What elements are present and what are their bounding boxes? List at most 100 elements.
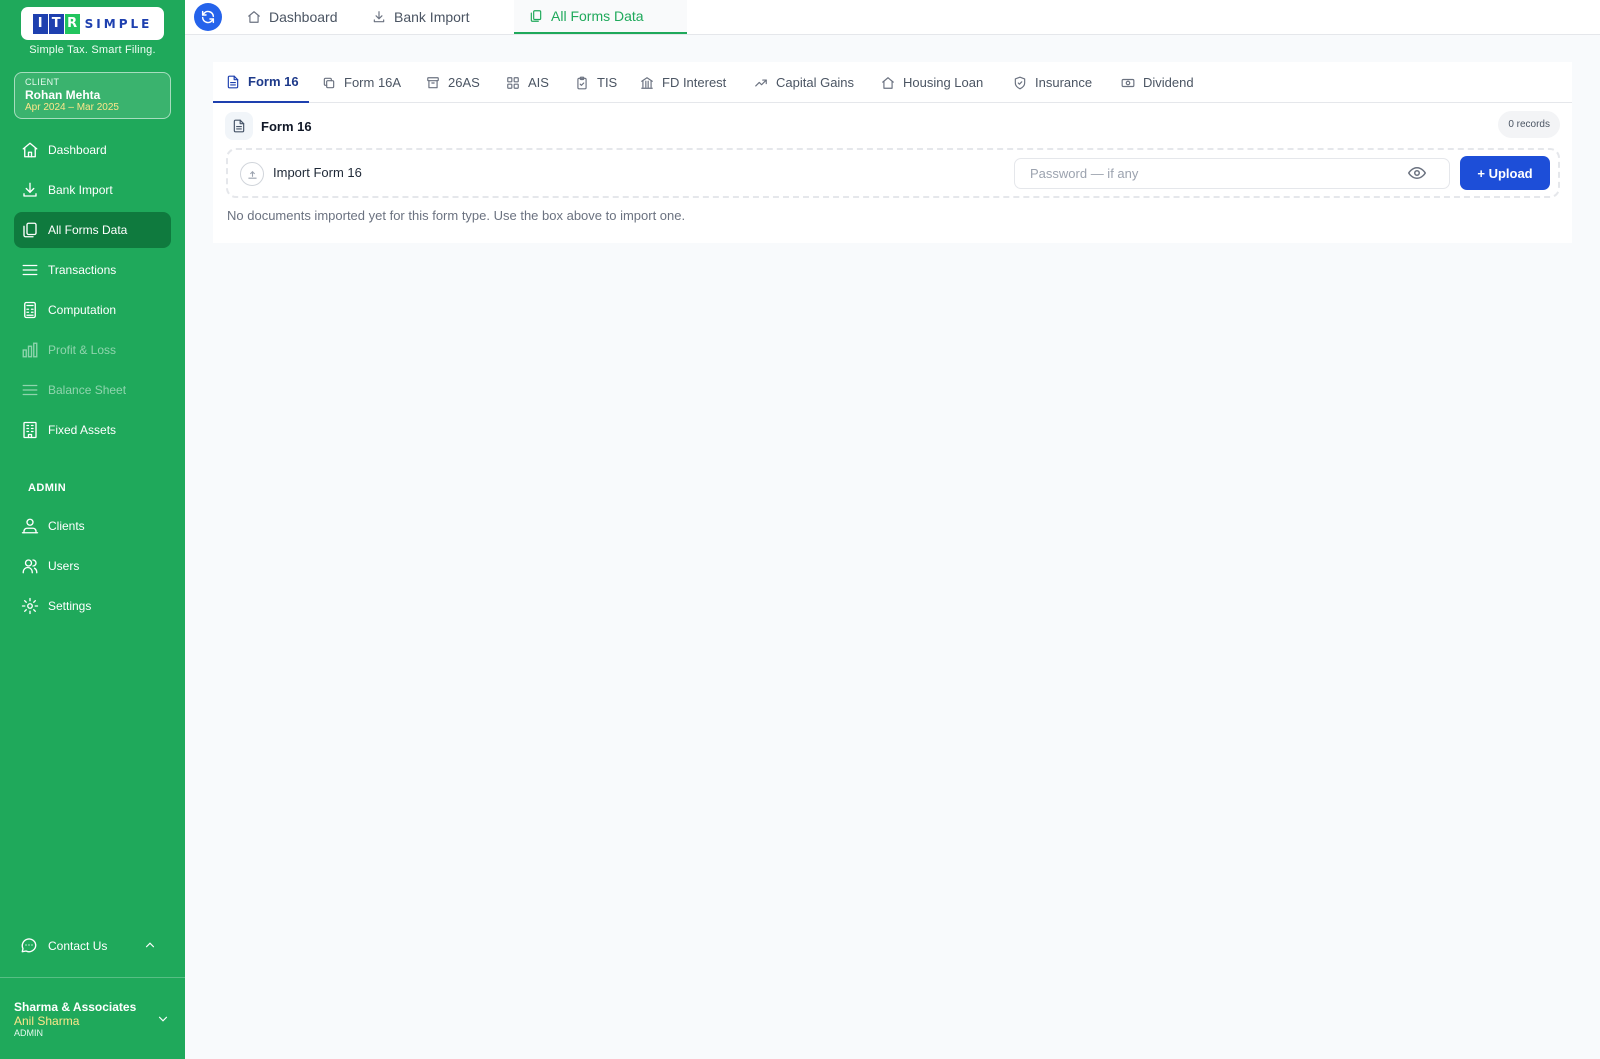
sidebar-item-computation[interactable]: Computation <box>14 292 171 328</box>
refresh-button[interactable] <box>194 3 222 31</box>
sidebar-item-transactions[interactable]: Transactions <box>14 252 171 288</box>
list-icon <box>20 260 40 280</box>
calculator-icon <box>20 300 40 320</box>
tab-fd-interest[interactable]: FD Interest <box>640 62 726 103</box>
admin-section-label: ADMIN <box>28 482 67 494</box>
tab-label: AIS <box>528 75 549 90</box>
sidebar-item-label: Balance Sheet <box>48 383 127 397</box>
client-card[interactable]: CLIENT Rohan Mehta Apr 2024 – Mar 2025 <box>14 72 171 119</box>
empty-state-message: No documents imported yet for this form … <box>227 208 686 223</box>
tab-label: Housing Loan <box>903 75 984 90</box>
sidebar-item-label: Computation <box>48 303 117 317</box>
sidebar: I T R SIMPLE Simple Tax. Smart Filing. C… <box>0 0 185 1059</box>
copy-icon <box>529 9 543 23</box>
home-icon <box>881 76 895 90</box>
tab-tis[interactable]: TIS <box>575 62 617 103</box>
refresh-icon <box>201 10 215 24</box>
top-tab-label: Bank Import <box>394 9 470 25</box>
client-period: Apr 2024 – Mar 2025 <box>25 102 119 113</box>
building-icon <box>20 420 40 440</box>
sidebar-item-dashboard[interactable]: Dashboard <box>14 132 171 168</box>
chevron-up-icon <box>143 938 157 952</box>
top-tab-label: All Forms Data <box>551 8 644 24</box>
tab-label: Capital Gains <box>776 75 855 90</box>
records-count-badge: 0 records <box>1498 111 1560 138</box>
tab-label: Form 16A <box>344 75 402 90</box>
sidebar-item-label: Bank Import <box>48 183 113 197</box>
tab-label: FD Interest <box>662 75 727 90</box>
tab-insurance[interactable]: Insurance <box>1013 62 1092 103</box>
sidebar-item-balance-sheet[interactable]: Balance Sheet <box>14 372 171 408</box>
top-tab-dashboard[interactable]: Dashboard <box>247 0 346 34</box>
sidebar-item-label: Fixed Assets <box>48 423 117 437</box>
bar-chart-icon <box>20 340 40 360</box>
form-type-tabs: Form 16 Form 16A 26AS AIS TIS FD Interes… <box>213 62 1572 103</box>
forms-panel: Form 16 Form 16A 26AS AIS TIS FD Interes… <box>213 62 1572 243</box>
upload-icon <box>240 162 264 186</box>
trending-up-icon <box>754 76 768 90</box>
sidebar-item-label: Users <box>48 559 80 573</box>
sidebar-item-fixed-assets[interactable]: Fixed Assets <box>14 412 171 448</box>
tab-label: Insurance <box>1035 75 1093 90</box>
tab-form-16a[interactable]: Form 16A <box>322 62 401 103</box>
eye-icon[interactable] <box>1408 164 1426 182</box>
money-icon <box>1121 76 1135 90</box>
logo-letter-i: I <box>32 13 48 34</box>
download-icon <box>20 180 40 200</box>
import-drop-zone[interactable]: Import Form 16 + Upload <box>226 148 1560 198</box>
bank-icon <box>640 76 654 90</box>
org-name: Sharma & Associates <box>14 1000 137 1014</box>
app-logo[interactable]: I T R SIMPLE <box>21 7 164 40</box>
sidebar-item-label: Transactions <box>48 263 117 277</box>
copy-icon <box>322 76 336 90</box>
client-name: Rohan Mehta <box>25 88 101 102</box>
users-icon <box>20 556 40 576</box>
clients-icon <box>20 516 40 536</box>
sidebar-item-clients[interactable]: Clients <box>14 508 171 544</box>
sidebar-item-profit-loss[interactable]: Profit & Loss <box>14 332 171 368</box>
tab-dividend[interactable]: Dividend <box>1121 62 1194 103</box>
org-user: Anil Sharma <box>14 1014 80 1028</box>
sidebar-nav: Dashboard Bank Import All Forms Data Tra… <box>14 132 171 452</box>
tab-26as[interactable]: 26AS <box>426 62 480 103</box>
document-icon <box>226 75 240 89</box>
upload-button[interactable]: + Upload <box>1460 156 1550 190</box>
download-icon <box>372 10 386 24</box>
tab-housing-loan[interactable]: Housing Loan <box>881 62 983 103</box>
org-switcher[interactable]: Sharma & Associates Anil Sharma ADMIN <box>14 1000 174 1039</box>
tab-label: 26AS <box>448 75 480 90</box>
tab-capital-gains[interactable]: Capital Gains <box>754 62 854 103</box>
sidebar-item-users[interactable]: Users <box>14 548 171 584</box>
sidebar-item-settings[interactable]: Settings <box>14 588 171 624</box>
contact-us-toggle[interactable]: Contact Us <box>14 928 171 964</box>
chat-icon <box>20 936 40 956</box>
document-icon <box>225 112 253 140</box>
section-header: Form 16 <box>225 112 312 140</box>
sidebar-item-bank-import[interactable]: Bank Import <box>14 172 171 208</box>
copy-icon <box>20 220 40 240</box>
tab-label: TIS <box>597 75 618 90</box>
sidebar-divider <box>0 977 185 978</box>
tab-form-16[interactable]: Form 16 <box>213 62 309 103</box>
clipboard-check-icon <box>575 76 589 90</box>
contact-us-label: Contact Us <box>48 939 108 953</box>
gear-icon <box>20 596 40 616</box>
top-tab-all-forms-data[interactable]: All Forms Data <box>514 0 687 34</box>
sidebar-item-label: Dashboard <box>48 143 107 157</box>
admin-nav: Clients Users Settings <box>14 508 171 628</box>
tab-ais[interactable]: AIS <box>506 62 549 103</box>
tab-label: Form 16 <box>248 74 299 89</box>
section-title: Form 16 <box>261 118 312 134</box>
home-icon <box>20 140 40 160</box>
top-tab-label: Dashboard <box>269 9 338 25</box>
list-icon <box>20 380 40 400</box>
chevron-down-icon <box>156 1012 170 1026</box>
sidebar-item-all-forms-data[interactable]: All Forms Data <box>14 212 171 248</box>
sidebar-item-label: Settings <box>48 599 92 613</box>
tab-label: Dividend <box>1143 75 1194 90</box>
password-input[interactable] <box>1014 158 1450 189</box>
client-label: CLIENT <box>25 77 60 87</box>
logo-letter-t: T <box>48 13 64 34</box>
top-tab-bank-import[interactable]: Bank Import <box>372 0 469 34</box>
grid-icon <box>506 76 520 90</box>
